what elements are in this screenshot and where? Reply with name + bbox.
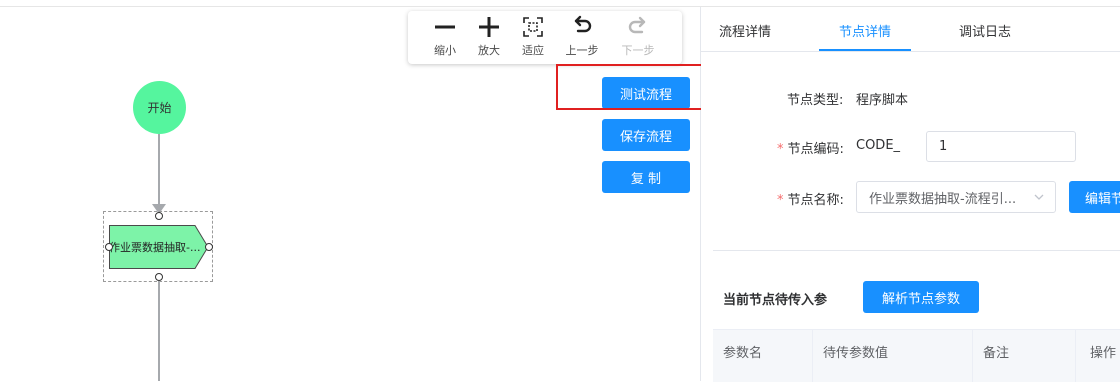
edit-node-button[interactable]: 编辑节 [1069, 181, 1120, 213]
params-table-header: 参数名 待传参数值 备注 操作 [713, 329, 1120, 382]
column-header: 备注 [973, 330, 1076, 382]
chevron-down-icon [1033, 188, 1045, 207]
node-type-value: 程序脚本 [856, 93, 909, 108]
zoom-in-button[interactable]: 放大 [467, 15, 511, 61]
zoom-out-button[interactable]: 缩小 [423, 15, 467, 61]
copy-button[interactable]: 复 制 [602, 161, 690, 193]
zoom-in-label: 放大 [478, 44, 500, 57]
column-header: 待传参数值 [813, 330, 973, 382]
fit-label: 适应 [522, 44, 544, 57]
tab-flow-detail[interactable]: 流程详情 [719, 21, 771, 40]
parse-params-button[interactable]: 解析节点参数 [863, 281, 979, 313]
node-code-label-group: * 节点编码: [777, 138, 844, 157]
flow-edge-task-next [158, 281, 160, 381]
column-header: 操作 [1076, 330, 1120, 382]
required-mark: * [777, 193, 784, 208]
redo-button[interactable]: 下一步 [616, 15, 660, 61]
active-tab-indicator [819, 49, 911, 51]
fit-button[interactable]: 适应 [511, 15, 555, 61]
node-name-label-group: * 节点名称: [777, 189, 844, 208]
zoom-out-label: 缩小 [434, 44, 456, 57]
task-node-label: 作业票数据抽取-... [109, 241, 201, 254]
undo-button[interactable]: 上一步 [560, 15, 604, 61]
fit-screen-icon [511, 15, 555, 39]
plus-icon [467, 15, 511, 39]
redo-label: 下一步 [621, 44, 655, 57]
start-node[interactable]: 开始 [133, 81, 186, 134]
start-node-label: 开始 [147, 101, 172, 115]
node-name-select-value: 作业票数据抽取-流程引... [869, 191, 1017, 207]
node-code-prefix: CODE_ [856, 138, 901, 153]
minus-icon [423, 15, 467, 39]
node-code-label: 节点编码: [787, 142, 844, 157]
save-flow-button[interactable]: 保存流程 [602, 119, 690, 151]
node-handle-bottom[interactable] [155, 273, 163, 281]
column-header: 参数名 [713, 330, 813, 382]
redo-icon [616, 15, 660, 39]
flow-edge-start-task [158, 134, 160, 206]
tab-debug-log[interactable]: 调试日志 [959, 21, 1011, 40]
section-divider [713, 250, 1120, 251]
node-handle-top[interactable] [155, 212, 163, 220]
tab-node-detail[interactable]: 节点详情 [839, 21, 891, 40]
undo-label: 上一步 [565, 44, 599, 57]
node-handle-right[interactable] [205, 243, 213, 251]
node-name-label: 节点名称: [787, 193, 844, 208]
node-name-select[interactable]: 作业票数据抽取-流程引... [856, 181, 1056, 213]
node-handle-left[interactable] [105, 243, 113, 251]
panel-tabs: 流程详情 节点详情 调试日志 [701, 7, 1120, 52]
required-mark: * [777, 142, 784, 157]
top-border [0, 0, 1120, 7]
params-section-title: 当前节点待传入参 [723, 293, 828, 308]
canvas-toolbar: 缩小 放大 适应 上一步 下一步 [408, 11, 682, 64]
node-type-label: 节点类型: [787, 93, 844, 108]
node-code-input[interactable] [926, 131, 1076, 162]
undo-icon [560, 15, 604, 39]
